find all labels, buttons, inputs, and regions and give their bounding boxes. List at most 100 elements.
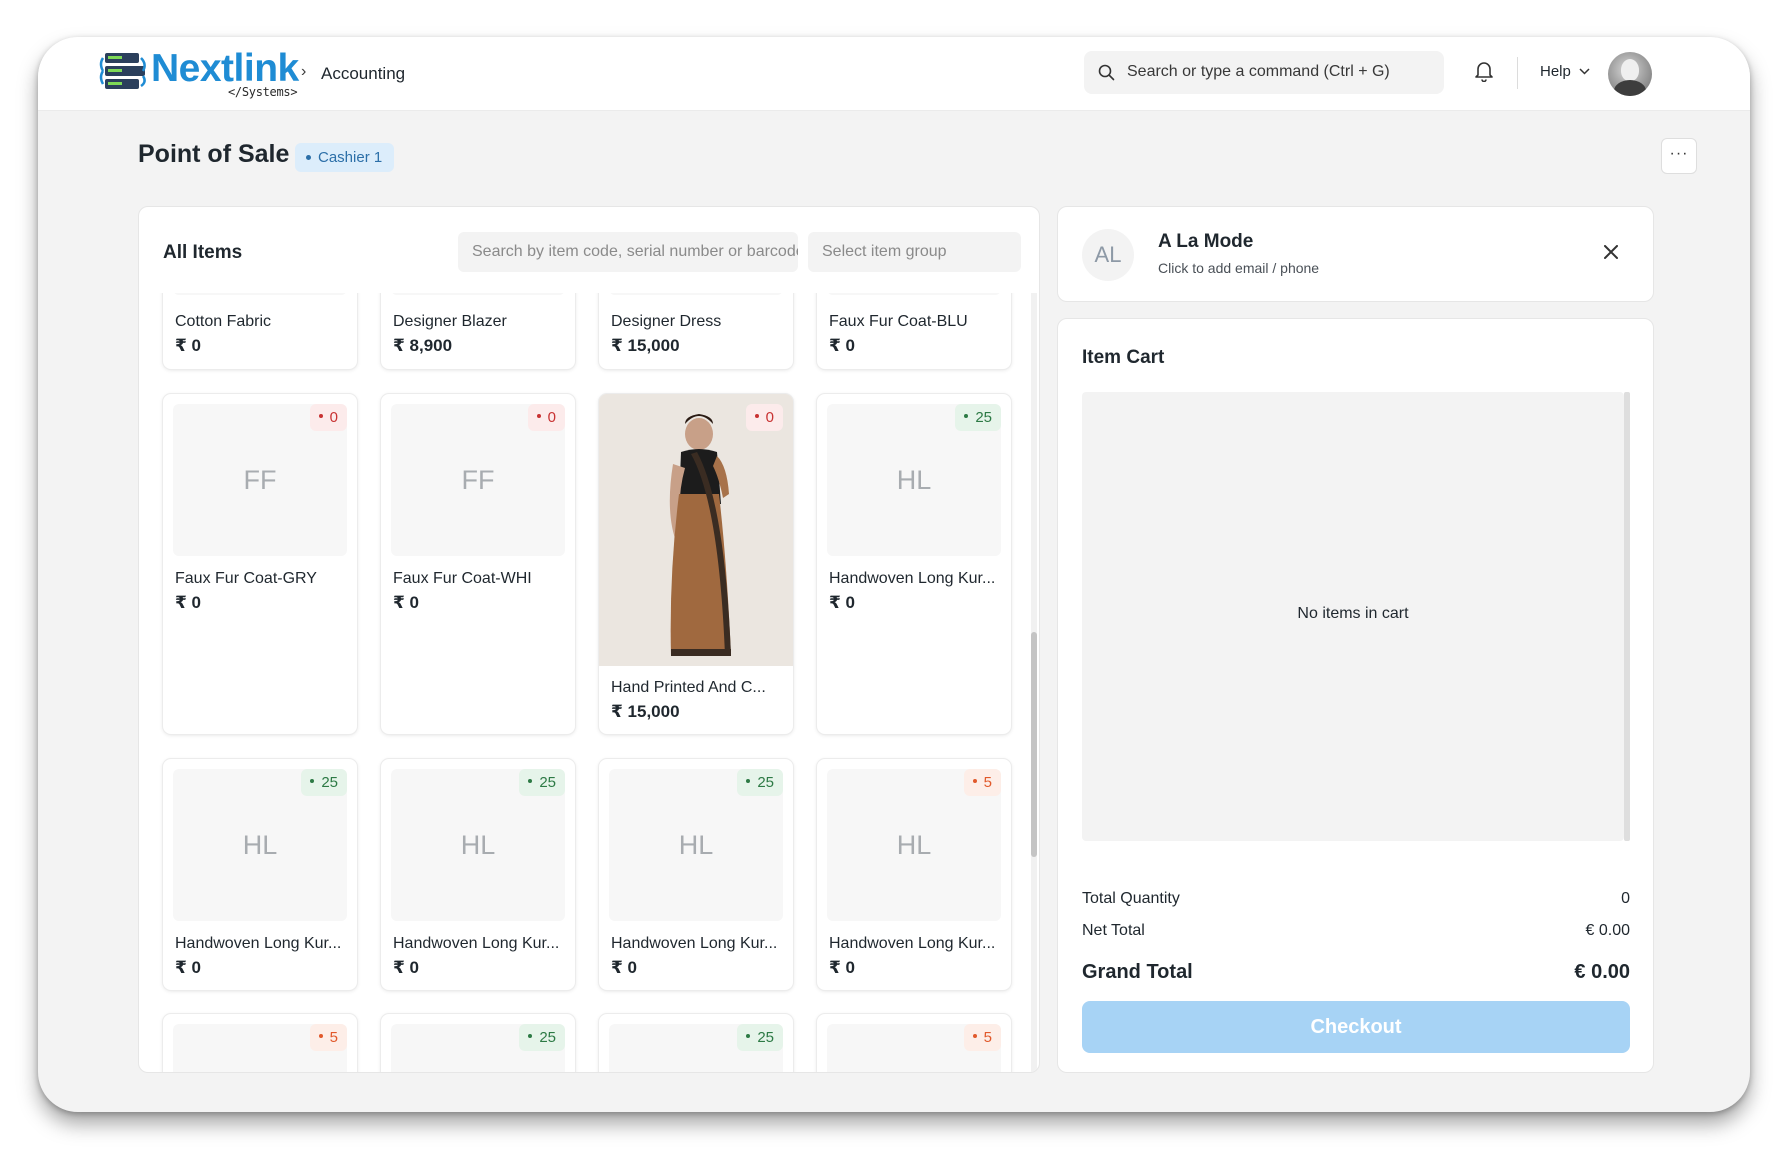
logo[interactable]: Nextlink </Systems>	[99, 47, 309, 103]
item-name: Faux Fur Coat-BLU	[829, 313, 968, 330]
item-card[interactable]: 25	[381, 1014, 575, 1072]
net-total-label: Net Total	[1082, 922, 1145, 939]
item-name: Hand Printed And C...	[611, 679, 766, 696]
cart-scrollbar[interactable]	[1624, 392, 1630, 841]
logo-subtext: </Systems>	[228, 85, 298, 99]
close-icon[interactable]	[1604, 245, 1618, 259]
item-card[interactable]: Designer Blazer ₹ 8,900	[381, 293, 575, 369]
item-name: Faux Fur Coat-GRY	[175, 570, 317, 587]
stock-dot-icon	[754, 414, 759, 419]
item-card[interactable]: HL 25 Handwoven Long Kur... ₹ 0	[817, 394, 1011, 734]
stock-dot-icon	[746, 1034, 751, 1039]
items-title: All Items	[163, 242, 243, 263]
stock-badge: 25	[737, 769, 783, 796]
item-thumbnail	[391, 293, 565, 295]
cashier-badge-label: Cashier 1	[318, 149, 383, 166]
stock-count: 25	[321, 774, 338, 791]
item-photo	[599, 394, 793, 666]
item-price: ₹ 0	[611, 958, 638, 977]
grand-total-row: Grand Total € 0.00	[1082, 961, 1630, 984]
item-card[interactable]: FF 0 Faux Fur Coat-WHI ₹ 0	[381, 394, 575, 734]
stock-badge: 5	[309, 1024, 347, 1051]
cart-items-area: No items in cart	[1082, 392, 1624, 841]
stock-dot-icon	[746, 779, 751, 784]
net-total-value: € 0.00	[1585, 922, 1630, 939]
item-card[interactable]: HL 25 Handwoven Long Kur... ₹ 0	[599, 759, 793, 990]
item-price: ₹ 0	[175, 593, 202, 612]
item-group-select[interactable]: Select item group	[808, 232, 1021, 272]
item-name: Designer Blazer	[393, 313, 507, 330]
chevron-down-icon[interactable]	[1579, 68, 1590, 75]
stock-badge: 25	[955, 404, 1001, 431]
item-card[interactable]: 0 Hand Printed And C... ₹ 15,000	[599, 394, 793, 734]
item-name: Handwoven Long Kur...	[829, 570, 996, 587]
cart-title: Item Cart	[1082, 347, 1165, 368]
breadcrumb-separator: ›	[301, 63, 307, 80]
user-avatar[interactable]	[1608, 52, 1652, 96]
stock-badge: 25	[737, 1024, 783, 1051]
stock-badge: 0	[309, 404, 347, 431]
stock-dot-icon	[318, 414, 323, 419]
item-search-input[interactable]: Search by item code, serial number or ba…	[458, 232, 798, 272]
item-thumbnail	[609, 293, 783, 295]
stock-count: 0	[765, 409, 774, 426]
total-quantity-value: 0	[1621, 890, 1630, 907]
total-quantity-label: Total Quantity	[1082, 890, 1180, 907]
item-name: Designer Dress	[611, 313, 722, 330]
item-name: Handwoven Long Kur...	[175, 935, 342, 952]
item-name: Handwoven Long Kur...	[611, 935, 778, 952]
notification-bell-icon[interactable]	[1474, 60, 1494, 82]
stock-count: 25	[757, 1029, 774, 1046]
item-card[interactable]: Designer Dress ₹ 15,000	[599, 293, 793, 369]
item-name: Handwoven Long Kur...	[393, 935, 560, 952]
net-total-row: Net Total € 0.00	[1082, 922, 1630, 940]
item-card[interactable]: Cotton Fabric ₹ 0	[163, 293, 357, 369]
item-card[interactable]: Faux Fur Coat-BLU ₹ 0	[817, 293, 1011, 369]
search-placeholder: Search or type a command (Ctrl + G)	[1127, 63, 1390, 80]
help-menu[interactable]: Help	[1540, 63, 1571, 80]
item-thumbnail	[173, 293, 347, 295]
stock-dot-icon	[972, 779, 977, 784]
item-price: ₹ 0	[829, 958, 856, 977]
item-card[interactable]: HL 25 Handwoven Long Kur... ₹ 0	[381, 759, 575, 990]
item-name: Cotton Fabric	[175, 313, 272, 330]
checkout-button[interactable]: Checkout	[1082, 1001, 1630, 1053]
item-card[interactable]: 5	[163, 1014, 357, 1072]
stock-count: 25	[757, 774, 774, 791]
stock-badge: 25	[519, 1024, 565, 1051]
stock-dot-icon	[318, 1034, 323, 1039]
stock-count: 25	[975, 409, 992, 426]
cashier-badge: Cashier 1	[295, 143, 395, 172]
item-card[interactable]: FF 0 Faux Fur Coat-GRY ₹ 0	[163, 394, 357, 734]
stock-dot-icon	[310, 779, 315, 784]
item-card[interactable]: 5	[817, 1014, 1011, 1072]
stock-dot-icon	[964, 414, 969, 419]
item-card[interactable]: HL 25 Handwoven Long Kur... ₹ 0	[163, 759, 357, 990]
items-panel: All Items Search by item code, serial nu…	[138, 206, 1040, 1073]
app-window: Nextlink </Systems> › Accounting Search …	[38, 37, 1750, 1112]
customer-name: A La Mode	[1158, 231, 1254, 252]
item-card[interactable]: 25	[599, 1014, 793, 1072]
saree-model-image	[599, 394, 793, 666]
server-logo-icon	[99, 53, 146, 89]
item-price: ₹ 15,000	[611, 336, 680, 355]
item-price: ₹ 0	[829, 336, 856, 355]
page-title: Point of Sale	[138, 140, 290, 168]
stock-count: 0	[547, 409, 556, 426]
stock-badge: 0	[745, 404, 783, 431]
stock-count: 25	[539, 1029, 556, 1046]
customer-panel[interactable]: AL A La Mode Click to add email / phone	[1057, 206, 1654, 302]
item-card[interactable]: HL 5 Handwoven Long Kur... ₹ 0	[817, 759, 1011, 990]
scrollbar-thumb[interactable]	[1031, 632, 1037, 857]
stock-count: 25	[539, 774, 556, 791]
item-price: ₹ 0	[829, 593, 856, 612]
more-options-button[interactable]: ···	[1661, 138, 1697, 174]
customer-contact-prompt[interactable]: Click to add email / phone	[1158, 260, 1319, 276]
navbar: Nextlink </Systems> › Accounting Search …	[38, 37, 1750, 111]
breadcrumb[interactable]: Accounting	[321, 64, 405, 84]
status-dot-icon	[306, 154, 311, 160]
search-input[interactable]: Search or type a command (Ctrl + G)	[1084, 51, 1444, 94]
item-price: ₹ 0	[175, 336, 202, 355]
stock-dot-icon	[972, 1034, 977, 1039]
item-price: ₹ 15,000	[611, 702, 680, 721]
